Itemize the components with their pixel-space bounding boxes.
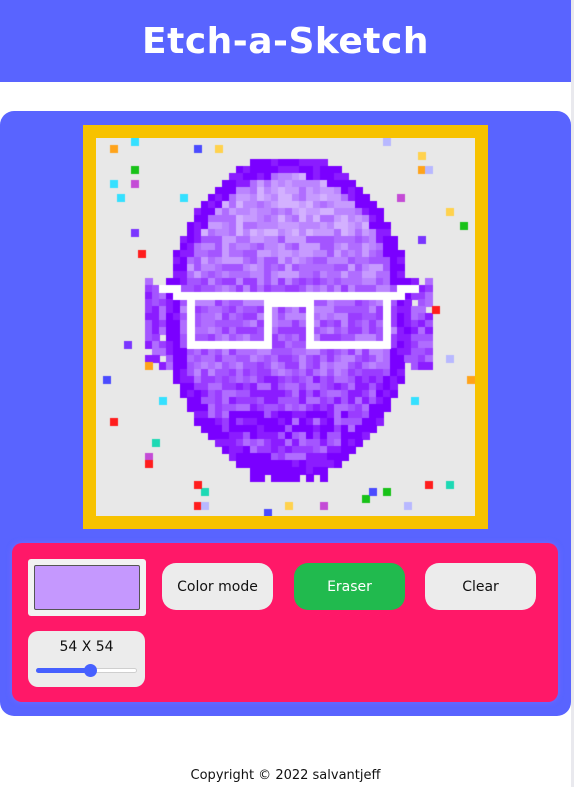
grid-size-control: 54 X 54 [28,631,145,687]
slider-thumb[interactable] [84,664,98,677]
current-color-swatch[interactable] [34,565,140,610]
sketch-grid[interactable] [96,138,475,516]
app-title: Etch-a-Sketch [142,20,429,62]
controls-panel: Color mode Eraser Clear 54 X 54 [12,543,558,702]
color-mode-button[interactable]: Color mode [162,563,273,610]
footer-copyright: Copyright © 2022 salvantjeff [190,768,381,783]
pixel-drawing[interactable] [96,138,475,516]
grid-size-label: 54 X 54 [59,639,114,655]
slider-fill [36,668,91,673]
board-frame [83,125,488,529]
grid-size-slider[interactable] [36,664,137,677]
eraser-button[interactable]: Eraser [294,563,405,610]
main-panel: Color mode Eraser Clear 54 X 54 [0,111,571,716]
color-picker[interactable] [28,559,146,616]
clear-button[interactable]: Clear [425,563,536,610]
app-header: Etch-a-Sketch [0,0,571,82]
